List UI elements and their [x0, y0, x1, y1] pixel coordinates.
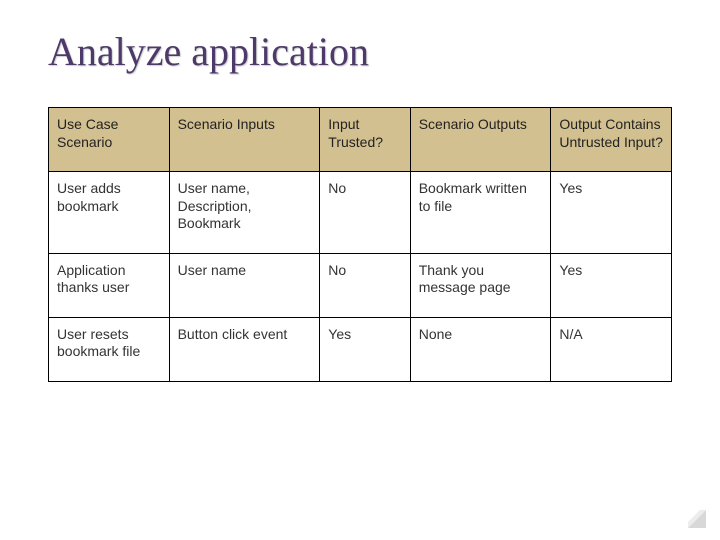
cell-trusted: No [320, 172, 410, 254]
cell-trusted: No [320, 253, 410, 317]
col-header-use-case: Use Case Scenario [49, 108, 170, 172]
cell-outputs: Thank you message page [410, 253, 551, 317]
col-header-scenario-inputs: Scenario Inputs [169, 108, 320, 172]
cell-use-case: User adds bookmark [49, 172, 170, 254]
col-header-output-untrusted: Output Contains Untrusted Input? [551, 108, 672, 172]
cell-use-case: User resets bookmark file [49, 317, 170, 381]
cell-use-case: Application thanks user [49, 253, 170, 317]
col-header-input-trusted: Input Trusted? [320, 108, 410, 172]
cell-inputs: User name, Description, Bookmark [169, 172, 320, 254]
table-row: User resets bookmark file Button click e… [49, 317, 672, 381]
cell-outputs: Bookmark written to file [410, 172, 551, 254]
slide-title: Analyze application [48, 28, 680, 75]
cell-trusted: Yes [320, 317, 410, 381]
cell-outputs: None [410, 317, 551, 381]
page-corner-icon [688, 510, 706, 528]
cell-untrusted: N/A [551, 317, 672, 381]
cell-inputs: User name [169, 253, 320, 317]
table-row: Application thanks user User name No Tha… [49, 253, 672, 317]
cell-inputs: Button click event [169, 317, 320, 381]
cell-untrusted: Yes [551, 172, 672, 254]
table-header-row: Use Case Scenario Scenario Inputs Input … [49, 108, 672, 172]
analysis-table: Use Case Scenario Scenario Inputs Input … [48, 107, 672, 382]
table-row: User adds bookmark User name, Descriptio… [49, 172, 672, 254]
slide: Analyze application Use Case Scenario Sc… [0, 0, 720, 540]
cell-untrusted: Yes [551, 253, 672, 317]
col-header-scenario-outputs: Scenario Outputs [410, 108, 551, 172]
